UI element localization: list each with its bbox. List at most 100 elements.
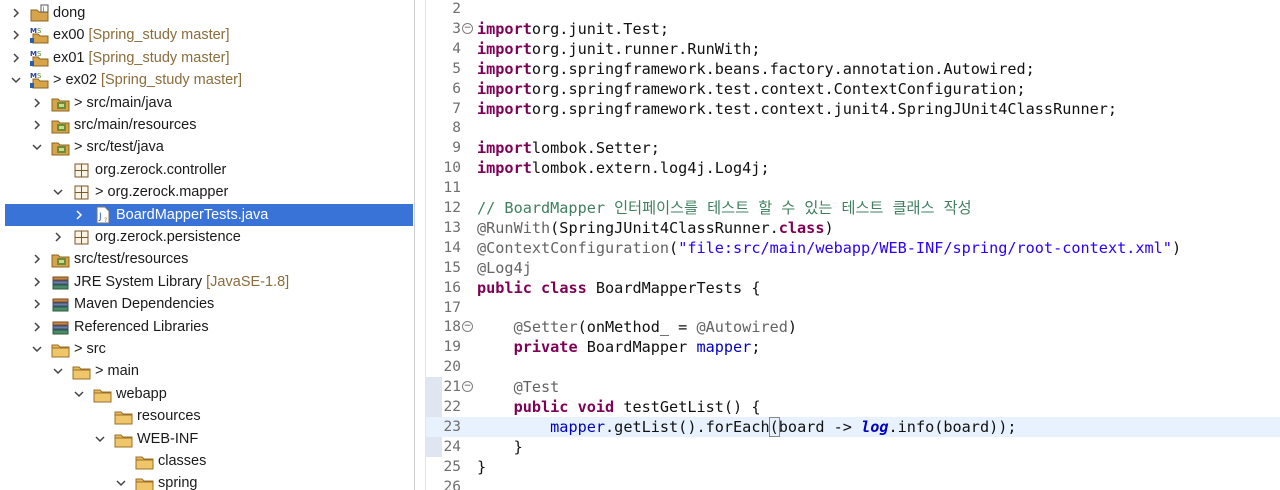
- code-line[interactable]: 14 @ContextConfiguration("file:src/main/w…: [426, 238, 1280, 258]
- tree-item[interactable]: > main: [0, 360, 414, 382]
- chevron-down-icon[interactable]: [10, 74, 22, 86]
- chevron-right-icon[interactable]: [73, 209, 85, 221]
- code-text: importorg.junit.runner.RunWith;: [477, 39, 760, 59]
- chevron-down-icon[interactable]: [52, 365, 64, 377]
- line-number: 23: [443, 418, 461, 435]
- line-number: 12: [443, 200, 461, 216]
- maven-project-icon: MS: [30, 49, 50, 67]
- code-line[interactable]: 13 @RunWith(SpringJUnit4ClassRunner.class…: [426, 218, 1280, 238]
- tree-item-label: org.zerock.controller: [95, 161, 226, 179]
- line-number: 10: [443, 160, 461, 177]
- chevron-down-icon[interactable]: [73, 388, 85, 400]
- code-line[interactable]: 19 private BoardMapper mapper;: [426, 337, 1280, 357]
- tree-item[interactable]: org.zerock.controller: [0, 159, 414, 181]
- tree-item[interactable]: M S > ex02 [Spring_study master]: [0, 69, 414, 91]
- code-line[interactable]: 9 importlombok.Setter;: [426, 138, 1280, 158]
- fold-toggle-icon[interactable]: −: [462, 22, 473, 34]
- chevron-down-icon[interactable]: [31, 141, 43, 153]
- fold-toggle-icon[interactable]: −: [462, 321, 473, 333]
- tree-item[interactable]: > src/main/java: [0, 92, 414, 114]
- tree-item[interactable]: Referenced Libraries: [0, 316, 414, 338]
- code-line[interactable]: 4 importorg.junit.runner.RunWith;: [426, 39, 1280, 59]
- tree-item[interactable]: classes: [0, 450, 414, 472]
- code-line[interactable]: 8: [426, 118, 1280, 138]
- line-number: 25: [443, 458, 461, 475]
- package-icon: [72, 183, 92, 201]
- code-line[interactable]: 3− importorg.junit.Test;: [426, 19, 1280, 39]
- chevron-right-icon[interactable]: [10, 7, 22, 19]
- chevron-down-icon[interactable]: [52, 186, 64, 198]
- code-line[interactable]: 7 importorg.springframework.test.context.…: [426, 99, 1280, 119]
- source-folder-icon: [51, 94, 71, 112]
- code-line[interactable]: 21− @Test: [426, 377, 1280, 397]
- tree-item[interactable]: M Sex00 [Spring_study master]: [0, 24, 414, 46]
- code-token: public: [477, 278, 532, 297]
- tree-item-text: dong: [53, 5, 86, 21]
- tree-item-text: ex01: [53, 49, 85, 66]
- tree-item-label: src/main/resources: [74, 116, 196, 134]
- tree-item-decoration: [Spring_study master]: [88, 27, 230, 44]
- tree-item[interactable]: Jdong: [0, 2, 414, 24]
- code-token: ): [1171, 238, 1182, 257]
- tree-item[interactable]: src/test/resources: [0, 248, 414, 270]
- pane-divider[interactable]: [415, 0, 426, 490]
- code-text: // BoardMapper 인터페이스를 테스트 할 수 있는 테스트 클래스…: [477, 198, 972, 218]
- code-line[interactable]: 24 }: [426, 437, 1280, 457]
- fold-toggle-icon[interactable]: −: [462, 381, 473, 393]
- chevron-right-icon[interactable]: [31, 119, 43, 131]
- code-line[interactable]: 10 importlombok.extern.log4j.Log4j;: [426, 158, 1280, 178]
- code-line[interactable]: 16 public class BoardMapperTests {: [426, 278, 1280, 298]
- tree-item-text: JRE System Library: [74, 273, 203, 290]
- tree-item[interactable]: webapp: [0, 383, 414, 405]
- tree-item[interactable]: JRE System Library [JavaSE-1.8]: [0, 271, 414, 293]
- library-icon: [51, 318, 71, 336]
- chevron-right-icon[interactable]: [31, 253, 43, 265]
- chevron-right-icon[interactable]: [31, 298, 43, 310]
- code-editor[interactable]: 2 3− importorg.junit.Test; 4 importorg.junit…: [426, 0, 1280, 490]
- tree-item[interactable]: > org.zerock.mapper: [0, 181, 414, 203]
- code-line[interactable]: 15 @Log4j: [426, 258, 1280, 278]
- code-line[interactable]: 12 // BoardMapper 인터페이스를 테스트 할 수 있는 테스트 클…: [426, 198, 1280, 218]
- chevron-right-icon[interactable]: [52, 231, 64, 243]
- code-line[interactable]: 23 mapper.getList().forEach(board -> log…: [426, 416, 1280, 437]
- chevron-right-icon[interactable]: [31, 276, 43, 288]
- chevron-down-icon[interactable]: [115, 477, 127, 489]
- chevron-right-icon[interactable]: [31, 321, 43, 333]
- tree-item[interactable]: spring: [0, 472, 414, 490]
- source-folder-icon: [51, 138, 71, 156]
- code-line[interactable]: 26: [426, 477, 1280, 490]
- maven-project-icon: MS: [30, 71, 50, 89]
- code-line[interactable]: 11: [426, 178, 1280, 198]
- code-line[interactable]: 22 public void testGetList() {: [426, 397, 1280, 417]
- chevron-down-icon[interactable]: [31, 343, 43, 355]
- code-token: @Setter: [513, 318, 578, 337]
- line-number: 5: [452, 60, 461, 77]
- tree-item[interactable]: J? BoardMapperTests.java: [5, 203, 413, 226]
- code-line[interactable]: 6 importorg.springframework.test.context.…: [426, 79, 1280, 99]
- tree-item[interactable]: Maven Dependencies: [0, 293, 414, 315]
- tree-item[interactable]: src/main/resources: [0, 114, 414, 136]
- code-line[interactable]: 17: [426, 298, 1280, 318]
- code-line[interactable]: 2: [426, 0, 1280, 19]
- tree-item[interactable]: resources: [0, 405, 414, 427]
- code-line[interactable]: 5 importorg.springframework.beans.factory…: [426, 59, 1280, 79]
- tree-item[interactable]: > src/test/java: [0, 136, 414, 158]
- code-line[interactable]: 20: [426, 357, 1280, 377]
- java-file-icon: J?: [93, 206, 113, 224]
- code-line[interactable]: 18− @Setter(onMethod_ = @Autowired): [426, 317, 1280, 337]
- code-line[interactable]: 25}: [426, 457, 1280, 477]
- chevron-right-icon[interactable]: [10, 52, 22, 64]
- source-folder-icon: [51, 116, 71, 134]
- code-token: .getList().forEach: [605, 417, 770, 436]
- git-dirty-marker: >: [74, 139, 87, 156]
- tree-item[interactable]: org.zerock.persistence: [0, 226, 414, 248]
- tree-item[interactable]: WEB-INF: [0, 428, 414, 450]
- chevron-down-icon[interactable]: [94, 433, 106, 445]
- chevron-right-icon[interactable]: [31, 97, 43, 109]
- tree-item[interactable]: M Sex01 [Spring_study master]: [0, 47, 414, 69]
- chevron-right-icon[interactable]: [10, 29, 22, 41]
- tree-item[interactable]: > src: [0, 338, 414, 360]
